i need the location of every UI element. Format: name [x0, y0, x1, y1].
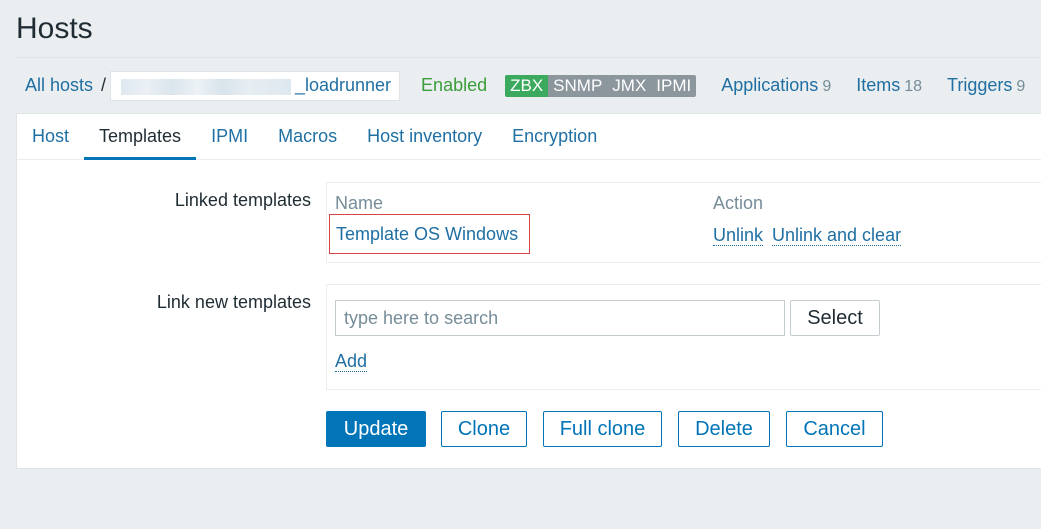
- add-link[interactable]: Add: [335, 351, 368, 372]
- zbx-badge: ZBX: [505, 74, 549, 97]
- tab-host[interactable]: Host: [17, 114, 84, 159]
- delete-button[interactable]: Delete: [678, 411, 770, 447]
- ipmi-badge: IPMI: [651, 74, 697, 97]
- items-count: 18: [904, 78, 923, 95]
- link-new-templates-label: Link new templates: [156, 292, 311, 312]
- linked-templates-label: Linked templates: [174, 190, 311, 210]
- breadcrumb: All hosts / _loadrunner Enabled ZBX SNMP…: [16, 57, 1041, 113]
- update-button[interactable]: Update: [326, 411, 426, 447]
- column-header-name: Name: [335, 193, 384, 213]
- link-new-templates-box: type here to search Select Add: [326, 284, 1041, 390]
- unlink-and-clear-link[interactable]: Unlink and clear: [772, 225, 902, 246]
- clone-button[interactable]: Clone: [441, 411, 527, 447]
- triggers-link[interactable]: Triggers 9: [947, 75, 1025, 96]
- items-label: Items: [856, 75, 901, 95]
- cancel-button[interactable]: Cancel: [786, 411, 883, 447]
- all-hosts-link[interactable]: All hosts: [25, 75, 93, 96]
- linked-templates-table: Name Action Template OS Windows Unlink U…: [326, 182, 1041, 263]
- breadcrumb-separator: /: [101, 75, 107, 95]
- host-name-suffix: _loadrunner: [294, 75, 392, 95]
- tab-ipmi[interactable]: IPMI: [196, 114, 263, 159]
- select-button[interactable]: Select: [790, 300, 880, 336]
- snmp-badge: SNMP: [548, 74, 608, 97]
- column-header-action: Action: [713, 193, 764, 213]
- items-link[interactable]: Items 18: [856, 75, 922, 96]
- availability-badges: ZBX SNMP JMX IPMI: [505, 74, 697, 97]
- status-enabled-link[interactable]: Enabled: [421, 75, 487, 96]
- host-name-link[interactable]: _loadrunner: [110, 70, 401, 101]
- triggers-count: 9: [1016, 78, 1026, 95]
- tab-encryption[interactable]: Encryption: [497, 114, 612, 159]
- tab-macros[interactable]: Macros: [263, 114, 352, 159]
- applications-label: Applications: [721, 75, 819, 95]
- template-highlight: Template OS Windows: [329, 214, 530, 254]
- template-link[interactable]: Template OS Windows: [336, 224, 518, 245]
- applications-count: 9: [822, 78, 832, 95]
- page-title: Hosts: [16, 12, 93, 45]
- unlink-link[interactable]: Unlink: [713, 225, 764, 246]
- triggers-label: Triggers: [947, 75, 1013, 95]
- tab-bar: Host Templates IPMI Macros Host inventor…: [17, 114, 1041, 160]
- applications-link[interactable]: Applications 9: [721, 75, 831, 96]
- full-clone-button[interactable]: Full clone: [543, 411, 662, 447]
- template-search-input[interactable]: type here to search: [335, 300, 785, 336]
- tab-templates[interactable]: Templates: [84, 114, 197, 160]
- tab-host-inventory[interactable]: Host inventory: [352, 114, 497, 159]
- jmx-badge: JMX: [607, 74, 652, 97]
- host-form-panel: Host Templates IPMI Macros Host inventor…: [16, 113, 1041, 469]
- redacted-host-name: [121, 78, 292, 95]
